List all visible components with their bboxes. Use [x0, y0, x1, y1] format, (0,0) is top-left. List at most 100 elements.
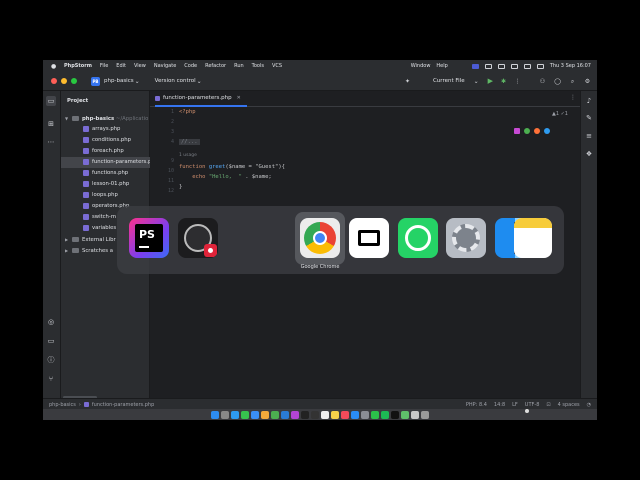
messages-dock-icon[interactable] [241, 410, 249, 419]
launchpad-dock-icon[interactable] [221, 410, 229, 419]
menu-app-name[interactable]: PhpStorm [64, 63, 92, 69]
switcher-app-capcut[interactable] [349, 218, 389, 258]
git-icon[interactable]: ⑂ [46, 374, 56, 384]
finder-dock-icon[interactable] [211, 410, 219, 419]
version-control-selector[interactable]: Version control [155, 78, 196, 84]
search-icon[interactable] [523, 63, 531, 69]
usage-hint[interactable]: 1 usage [179, 153, 197, 158]
structure-icon[interactable]: ⊞ [46, 119, 56, 129]
trash-dock-icon[interactable] [421, 410, 429, 419]
more-tools-icon[interactable]: ⋯ [46, 137, 56, 147]
mail-dock-icon[interactable] [251, 410, 259, 419]
database-icon[interactable]: ≡ [584, 131, 594, 141]
terminal-icon[interactable]: ▭ [46, 336, 56, 346]
settings-icon[interactable]: ⚙ [584, 78, 591, 85]
notifications-icon[interactable]: ♪ [584, 96, 594, 106]
inspection-widget[interactable]: ▲1 ✓1 [552, 111, 568, 117]
menu-help[interactable]: Help [436, 63, 447, 69]
menu-edit[interactable]: Edit [116, 63, 126, 69]
php-version[interactable]: PHP: 8.4 [466, 402, 487, 408]
photos-dock-icon[interactable] [261, 410, 269, 419]
battery-icon[interactable] [497, 63, 505, 69]
ai-chat-icon[interactable]: ✎ [584, 113, 594, 123]
switcher-app-phpstorm[interactable]: PS [129, 218, 169, 258]
wifi-icon[interactable] [510, 63, 518, 69]
run-icon[interactable]: ▶ [488, 77, 493, 85]
account-icon[interactable]: ◯ [554, 78, 561, 85]
editor-tab[interactable]: function-parameters.php ✕ [155, 91, 247, 107]
close-icon[interactable]: ✕ [237, 95, 241, 101]
menu-clock[interactable]: Thu 3 Sep 16:07 [550, 63, 591, 69]
switcher-app-obs[interactable] [178, 218, 218, 258]
apple-icon[interactable]: ● [51, 63, 57, 70]
obs-dock-icon[interactable] [311, 410, 319, 419]
firefox-browser-icon[interactable] [534, 128, 540, 134]
menu-run[interactable]: Run [234, 63, 244, 69]
control-center-icon[interactable] [536, 63, 544, 69]
code-with-me-icon[interactable]: ⚇ [539, 78, 546, 85]
breadcrumb-file[interactable]: function-parameters.php [92, 402, 154, 408]
music-dock-icon[interactable] [341, 410, 349, 419]
terminal-dock-icon[interactable] [301, 410, 309, 419]
cursor-position[interactable]: 14:8 [494, 402, 505, 408]
switcher-app-chrome[interactable] [300, 218, 340, 258]
switcher-app-system-settings[interactable] [446, 218, 486, 258]
project-selector[interactable]: php-basics [104, 78, 134, 84]
screen-record-icon[interactable] [471, 63, 479, 69]
ai-assistant-icon[interactable]: ✦ [404, 78, 411, 85]
zoom-window-button[interactable] [71, 78, 77, 84]
calendar-dock-icon[interactable] [321, 410, 329, 419]
menu-file[interactable]: File [100, 63, 108, 69]
menu-navigate[interactable]: Navigate [154, 63, 176, 69]
tree-root[interactable]: ▼ php-basics ~/Applicatio [61, 113, 153, 124]
services-icon[interactable]: ◎ [46, 317, 56, 327]
minimize-window-button[interactable] [61, 78, 67, 84]
project-folder-icon[interactable]: ▭ [46, 96, 56, 106]
whatsapp-dock-icon[interactable] [371, 410, 379, 419]
menu-vcs[interactable]: VCS [272, 63, 282, 69]
screen: ● PhpStorm File Edit View Navigate Code … [43, 60, 597, 420]
spotify-dock-icon[interactable] [381, 410, 389, 419]
chrome-dock-icon[interactable] [271, 410, 279, 419]
tree-file-label: loops.php [92, 192, 118, 198]
capcut-dock-icon[interactable] [391, 410, 399, 419]
file-encoding[interactable]: UTF-8 [525, 402, 540, 408]
folded-comment[interactable]: //... [179, 139, 200, 145]
phpstorm-browser-icon[interactable] [514, 128, 520, 134]
menu-code[interactable]: Code [184, 63, 197, 69]
debug-icon[interactable]: ✱ [501, 78, 506, 85]
plugins-icon[interactable]: ❖ [584, 149, 594, 159]
maps-dock-icon[interactable] [401, 410, 409, 419]
tab-menu-icon[interactable]: ⋮ [570, 94, 576, 101]
problems-icon[interactable]: ⓘ [46, 355, 56, 365]
vscode-dock-icon[interactable] [281, 410, 289, 419]
search-everywhere-icon[interactable]: ⌕ [569, 78, 576, 85]
settings-dock-icon[interactable] [361, 410, 369, 419]
menu-tools[interactable]: Tools [252, 63, 264, 69]
appstore-dock-icon[interactable] [351, 410, 359, 419]
memory-indicator-icon[interactable]: ◔ [587, 402, 591, 408]
project-badge[interactable]: PB [91, 76, 100, 86]
tree-file-label: arrays.php [92, 126, 121, 132]
breadcrumb-root[interactable]: php-basics [49, 402, 76, 408]
menu-refactor[interactable]: Refactor [205, 63, 226, 69]
safari-browser-icon[interactable] [544, 128, 550, 134]
menu-view[interactable]: View [134, 63, 146, 69]
lock-icon[interactable]: ⊡ [546, 402, 550, 408]
display-icon[interactable] [484, 63, 492, 69]
tree-external-label: External Libr [82, 237, 116, 243]
switcher-app-whatsapp[interactable] [398, 218, 438, 258]
project-panel-title[interactable]: Project [67, 98, 88, 104]
more-actions-icon[interactable]: ⋮ [514, 78, 521, 85]
switcher-app-notes[interactable] [514, 218, 552, 258]
menu-window[interactable]: Window [411, 63, 431, 69]
safari-dock-icon[interactable] [231, 410, 239, 419]
close-window-button[interactable] [51, 78, 57, 84]
preview-dock-icon[interactable] [411, 410, 419, 419]
chrome-browser-icon[interactable] [524, 128, 530, 134]
notes-dock-icon[interactable] [331, 410, 339, 419]
indent-setting[interactable]: 4 spaces [558, 402, 580, 408]
phpstorm-dock-icon[interactable] [291, 410, 299, 419]
line-separator[interactable]: LF [512, 402, 518, 408]
run-config-selector[interactable]: Current File [433, 78, 465, 84]
